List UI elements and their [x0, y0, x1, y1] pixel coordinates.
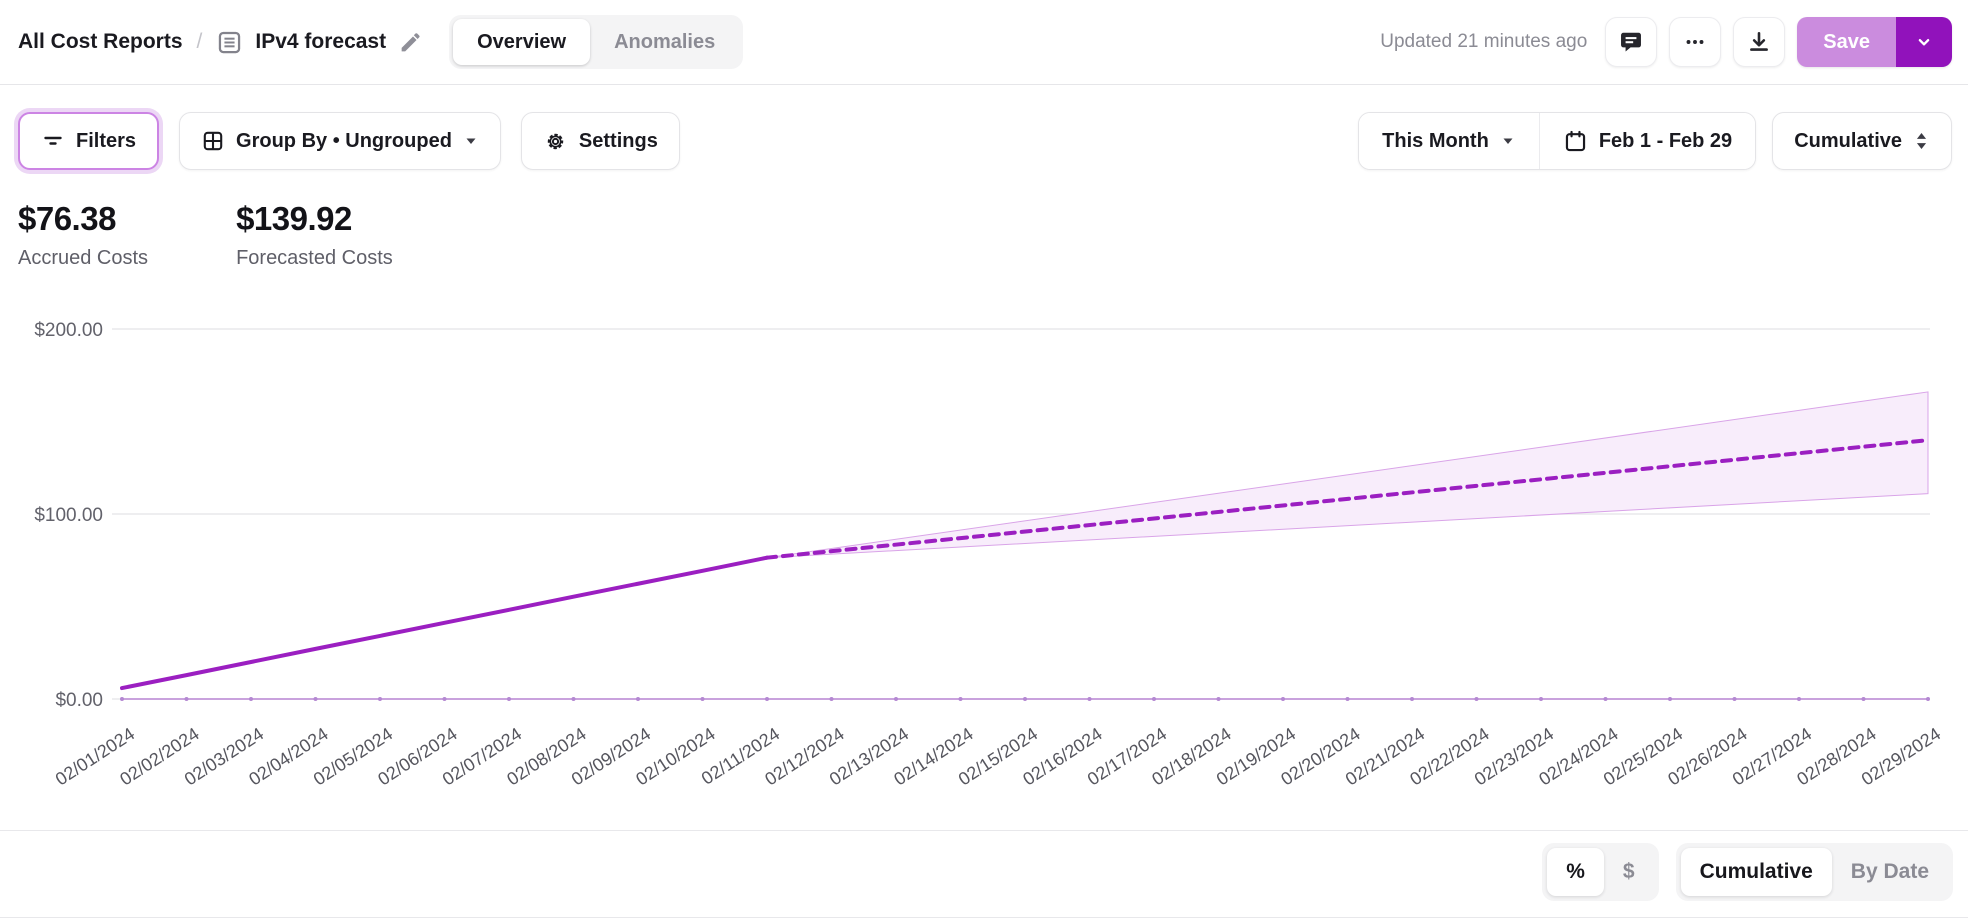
caret-down-icon [463, 133, 479, 149]
filter-icon [41, 129, 65, 153]
period-preset-button[interactable]: This Month [1359, 113, 1539, 169]
calendar-icon [1563, 129, 1588, 154]
tab-overview[interactable]: Overview [453, 19, 591, 65]
group-by-label: Group By • Ungrouped [236, 129, 452, 152]
pencil-icon [398, 30, 423, 55]
gear-icon [543, 129, 568, 154]
cost-report-page: All Cost Reports / IPv4 forecast Overvie… [0, 0, 1968, 918]
unit-percent-toggle[interactable]: % [1547, 848, 1604, 896]
view-by-date-toggle[interactable]: By Date [1832, 848, 1948, 896]
y-axis: $0.00 $100.00 $200.00 [34, 320, 1930, 711]
accrued-line [120, 555, 769, 691]
chart-footer-controls: % $ Cumulative By Date [1542, 843, 1953, 901]
grid-icon [201, 129, 225, 153]
header-actions: Updated 21 minutes ago Save [1380, 17, 1952, 67]
chart-canvas: $0.00 $100.00 $200.00 02/01/202402/02/20240… [34, 320, 1944, 790]
page-title: IPv4 forecast [255, 30, 387, 53]
download-button[interactable] [1733, 17, 1786, 67]
cost-forecast-chart: $0.00 $100.00 $200.00 02/01/2024 02/02/2024 0… [0, 300, 1968, 820]
breadcrumb-root-link[interactable]: All Cost Reports [18, 30, 183, 54]
date-range-button[interactable]: Feb 1 - Feb 29 [1539, 113, 1756, 169]
view-tabs: Overview Anomalies [449, 15, 744, 69]
stat-accrued-costs: $76.38 Accrued Costs [18, 200, 148, 270]
unit-toggle: % $ [1542, 843, 1659, 901]
filters-button[interactable]: Filters [18, 112, 160, 170]
rename-report-button[interactable] [398, 30, 423, 55]
settings-label: Settings [578, 129, 658, 152]
view-cumulative-toggle[interactable]: Cumulative [1680, 848, 1832, 896]
display-mode-select[interactable]: Cumulative [1772, 112, 1952, 170]
accrued-costs-value: $76.38 [18, 200, 116, 237]
svg-text:$200.00: $200.00 [34, 320, 103, 341]
date-range-group: This Month Feb 1 - Feb 29 [1358, 112, 1757, 170]
report-icon [216, 29, 243, 56]
comments-button[interactable] [1605, 17, 1658, 67]
download-icon [1746, 29, 1772, 55]
accrued-costs-label: Accrued Costs [18, 247, 149, 269]
baseline-series [120, 697, 1930, 701]
footer-divider [0, 830, 1968, 831]
updown-icon [1913, 130, 1930, 152]
stat-forecasted-costs: $139.92 Forecasted Costs [236, 200, 393, 270]
settings-button[interactable]: Settings [520, 112, 680, 170]
header: All Cost Reports / IPv4 forecast Overvie… [0, 0, 1968, 85]
forecasted-costs-value: $139.92 [236, 200, 352, 237]
group-by-button[interactable]: Group By • Ungrouped [179, 112, 501, 170]
forecasted-costs-label: Forecasted Costs [236, 247, 393, 269]
save-options-button[interactable] [1896, 17, 1952, 67]
comment-icon [1618, 29, 1644, 55]
save-button[interactable]: Save [1797, 17, 1896, 67]
caret-down-icon [1500, 133, 1516, 149]
mode-label: Cumulative [1794, 129, 1902, 152]
period-label: This Month [1382, 129, 1489, 152]
ellipsis-icon [1682, 29, 1708, 55]
chevron-down-icon [1913, 31, 1935, 53]
date-range-label: Feb 1 - Feb 29 [1598, 129, 1733, 152]
svg-text:$0.00: $0.00 [55, 690, 103, 711]
breadcrumb-separator: / [196, 30, 203, 53]
toolbar-right: This Month Feb 1 - Feb 29 Cumulative [1358, 112, 1952, 170]
toolbar-left: Filters Group By • Ungrouped Settings [18, 112, 680, 170]
svg-text:$100.00: $100.00 [34, 505, 103, 526]
save-split-button: Save [1797, 17, 1952, 67]
toolbar: Filters Group By • Ungrouped Settings Th… [0, 112, 1968, 170]
filters-label: Filters [76, 129, 137, 152]
more-options-button[interactable] [1669, 17, 1722, 67]
unit-dollar-toggle[interactable]: $ [1604, 848, 1654, 896]
breadcrumb: All Cost Reports / IPv4 forecast [18, 29, 423, 56]
summary-stats: $76.38 Accrued Costs $139.92 Forecasted … [0, 200, 1968, 270]
updated-timestamp: Updated 21 minutes ago [1380, 31, 1588, 52]
forecast-confidence-band [766, 391, 1929, 559]
view-toggle: Cumulative By Date [1675, 843, 1953, 901]
tab-anomalies[interactable]: Anomalies [590, 19, 739, 65]
x-axis: 02/01/202402/02/202402/03/202402/04/2024… [52, 724, 1944, 790]
